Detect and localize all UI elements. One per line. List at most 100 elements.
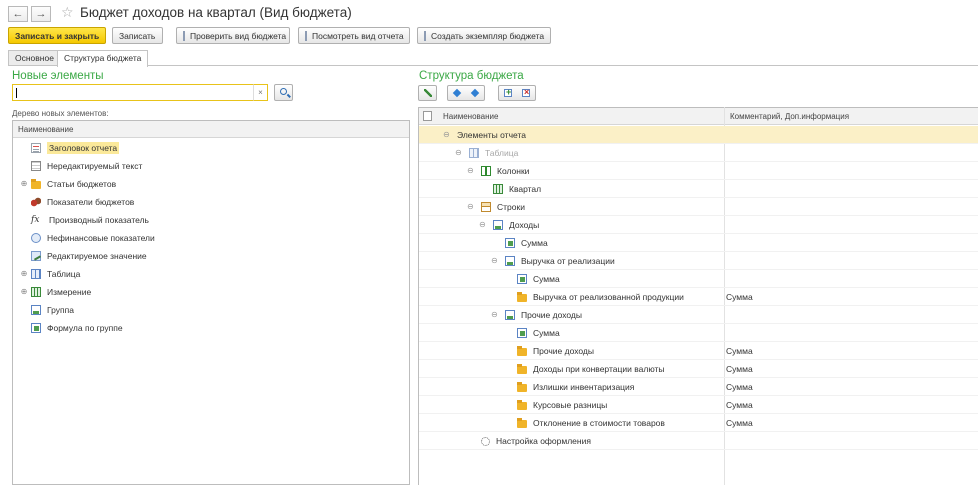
tab-budget-structure[interactable]: Структура бюджета: [57, 50, 149, 67]
row-name-cell: Выручка от реализованной продукции: [517, 288, 684, 306]
search-input[interactable]: [12, 84, 267, 101]
new-elements-tree-label: Дерево новых элементов:: [12, 109, 109, 118]
row-name-cell: Курсовые разницы: [517, 396, 607, 414]
table-row[interactable]: ⊖ Строки: [419, 198, 978, 216]
row-actions-buttons[interactable]: [498, 85, 536, 101]
row-label: Прочие доходы: [533, 346, 594, 356]
list-item-label: Формула по группе: [47, 322, 123, 333]
favorite-star-icon[interactable]: ☆: [61, 4, 74, 21]
table-row[interactable]: ⊖ Элементы отчета: [419, 126, 978, 144]
table-row[interactable]: Отклонение в стоимости товаров Сумма: [419, 414, 978, 432]
table-row[interactable]: Излишки инвентаризация Сумма: [419, 378, 978, 396]
table-row[interactable]: Сумма: [419, 324, 978, 342]
table-row[interactable]: ⊖ Выручка от реализации: [419, 252, 978, 270]
move-up-icon[interactable]: [452, 88, 462, 98]
view-report-label: Посмотреть вид отчета: [312, 30, 404, 41]
row-comment-cell: Сумма: [726, 418, 753, 428]
table-row[interactable]: Квартал: [419, 180, 978, 198]
check-budget-view-button[interactable]: Проверить вид бюджета: [176, 27, 290, 44]
list-item[interactable]: Группа: [20, 301, 74, 318]
folder-icon: [517, 382, 527, 392]
table-row[interactable]: Настройка оформления: [419, 432, 978, 450]
collapse-icon[interactable]: ⊖: [491, 310, 498, 319]
row-name-cell: Сумма: [505, 234, 548, 252]
window-title: Бюджет доходов на квартал (Вид бюджета): [80, 5, 352, 20]
add-row-icon[interactable]: [504, 87, 512, 97]
list-item[interactable]: ⊕ Статьи бюджетов: [20, 175, 116, 192]
view-report-button[interactable]: Посмотреть вид отчета: [298, 27, 410, 44]
list-item[interactable]: Формула по группе: [20, 319, 123, 336]
table-row[interactable]: ⊖ Колонки: [419, 162, 978, 180]
save-button[interactable]: Записать: [112, 27, 163, 44]
list-item-label: Показатели бюджетов: [47, 196, 135, 207]
expand-icon[interactable]: ⊕: [20, 179, 28, 188]
folder-icon: [517, 364, 527, 374]
table-row[interactable]: Доходы при конвертации валюты Сумма: [419, 360, 978, 378]
formula-icon: [505, 238, 515, 248]
pencil-icon: [424, 89, 432, 97]
formula-icon: [517, 274, 527, 284]
table-row[interactable]: Сумма: [419, 234, 978, 252]
list-item-label: Производный показатель: [49, 214, 149, 225]
collapse-icon[interactable]: ⊖: [467, 202, 474, 211]
save-and-close-button[interactable]: Записать и закрыть: [8, 27, 106, 44]
search-button[interactable]: [274, 84, 293, 101]
forward-button[interactable]: →: [31, 6, 51, 22]
tab-main[interactable]: Основное: [8, 50, 61, 66]
table-row[interactable]: ⊖ Прочие доходы: [419, 306, 978, 324]
list-item-label: Статьи бюджетов: [47, 178, 117, 189]
list-item-label: Группа: [47, 304, 74, 315]
delete-row-icon[interactable]: [522, 87, 530, 97]
columns-icon: [481, 166, 491, 176]
list-item[interactable]: ⊕ Измерение: [20, 283, 91, 300]
table-row[interactable]: Курсовые разницы Сумма: [419, 396, 978, 414]
collapse-icon[interactable]: ⊖: [455, 148, 462, 157]
formula-icon: [517, 328, 527, 338]
collapse-icon[interactable]: ⊖: [491, 256, 498, 265]
list-item-label: Нефинансовые показатели: [47, 232, 155, 243]
table-row[interactable]: ⊖ Доходы: [419, 216, 978, 234]
edit-button[interactable]: [418, 85, 437, 101]
row-name-cell: Настройка оформления: [481, 432, 591, 450]
table-row[interactable]: Сумма: [419, 270, 978, 288]
list-item[interactable]: fx Производный показатель: [20, 211, 149, 228]
report-title-icon: [31, 142, 41, 153]
create-budget-instance-button[interactable]: Создать экземпляр бюджета: [417, 27, 551, 44]
column-settings-icon[interactable]: [423, 111, 432, 121]
expand-icon[interactable]: ⊕: [20, 287, 28, 296]
row-label: Строки: [497, 202, 525, 212]
row-name-cell: Сумма: [517, 270, 560, 288]
collapse-icon[interactable]: ⊖: [443, 130, 450, 139]
folder-icon: [517, 400, 527, 410]
clear-search-button[interactable]: ×: [253, 84, 268, 101]
expand-icon[interactable]: ⊕: [20, 269, 28, 278]
row-label: Квартал: [509, 184, 542, 194]
row-name-cell: Прочие доходы: [517, 342, 594, 360]
create-instance-label: Создать экземпляр бюджета: [431, 30, 545, 41]
right-column-header-comment[interactable]: Комментарий, Доп.информация: [724, 108, 978, 125]
collapse-icon[interactable]: ⊖: [479, 220, 486, 229]
list-item[interactable]: Заголовок отчета: [20, 139, 120, 156]
list-item[interactable]: Нередактируемый текст: [20, 157, 142, 174]
move-buttons[interactable]: [447, 85, 485, 101]
collapse-icon[interactable]: ⊖: [467, 166, 474, 175]
list-item[interactable]: ⊕ Таблица: [20, 265, 80, 282]
row-label: Прочие доходы: [521, 310, 582, 320]
table-row[interactable]: Прочие доходы Сумма: [419, 342, 978, 360]
row-label: Сумма: [521, 238, 548, 248]
tab-divider: [8, 65, 978, 66]
table-row[interactable]: Выручка от реализованной продукции Сумма: [419, 288, 978, 306]
table-row[interactable]: ⊖ Таблица: [419, 144, 978, 162]
list-item[interactable]: Показатели бюджетов: [20, 193, 134, 210]
left-column-header[interactable]: Наименование: [13, 121, 409, 138]
text-icon: [31, 160, 41, 171]
row-label: Отклонение в стоимости товаров: [533, 418, 665, 428]
rows-icon: [481, 202, 491, 212]
move-down-icon[interactable]: [470, 88, 480, 98]
row-name-cell: Выручка от реализации: [505, 252, 615, 270]
search-icon: [280, 88, 287, 95]
list-item[interactable]: Нефинансовые показатели: [20, 229, 155, 246]
back-button[interactable]: ←: [8, 6, 28, 22]
check-budget-view-label: Проверить вид бюджета: [190, 30, 287, 41]
list-item[interactable]: Редактируемое значение: [20, 247, 147, 264]
